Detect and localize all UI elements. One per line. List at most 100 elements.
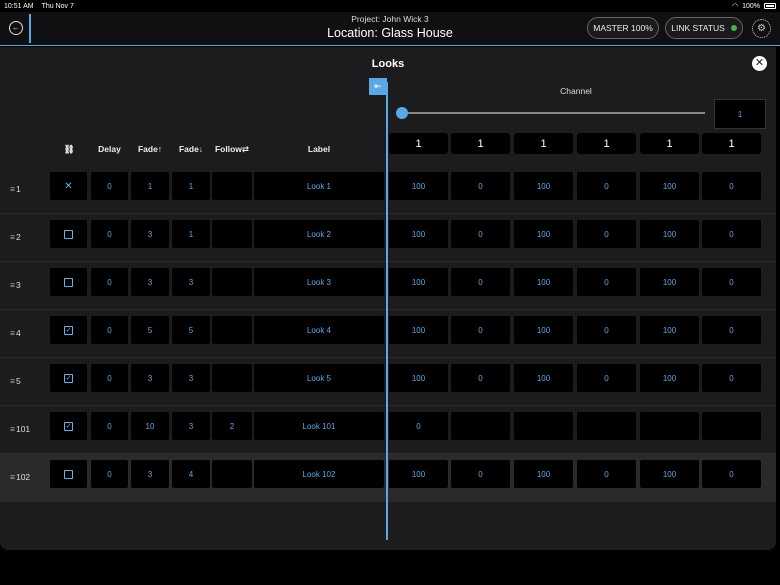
row-drag-handle[interactable]: ≡1 (10, 184, 46, 194)
link-cell[interactable]: ✓ (50, 364, 87, 392)
link-cell[interactable] (50, 460, 87, 488)
checkbox-checked-icon[interactable]: ✓ (64, 325, 73, 335)
channel-value-cell[interactable]: 0 (577, 460, 636, 488)
label-cell[interactable]: Look 4 (254, 316, 384, 344)
link-cell[interactable]: ✕ (50, 172, 87, 200)
channel-value-cell[interactable]: 100 (640, 460, 699, 488)
channel-value-cell[interactable]: 100 (640, 364, 699, 392)
channel-value-cell[interactable]: 0 (389, 412, 448, 440)
channel-value-cell[interactable]: 0 (451, 364, 510, 392)
look-row[interactable]: ≡101 ✓ 0 10 3 2 Look 101 0 (0, 406, 776, 454)
delay-cell[interactable]: 0 (91, 316, 128, 344)
channel-value-cell[interactable]: 0 (577, 316, 636, 344)
delay-cell[interactable]: 0 (91, 172, 128, 200)
column-splitter[interactable] (386, 82, 388, 540)
channel-slider-thumb[interactable] (396, 107, 408, 119)
channel-header-2[interactable]: 1 (451, 133, 510, 154)
row-drag-handle[interactable]: ≡102 (10, 472, 46, 482)
channel-value-cell[interactable]: 0 (451, 220, 510, 248)
look-row[interactable]: ≡1 ✕ 0 1 1 Look 1 100 0 100 0 100 0 (0, 166, 776, 214)
channel-value-cell[interactable]: 0 (577, 268, 636, 296)
channel-value-cell[interactable]: 100 (514, 172, 573, 200)
channel-value-cell[interactable]: 0 (702, 460, 761, 488)
row-drag-handle[interactable]: ≡5 (10, 376, 46, 386)
channel-value-cell[interactable]: 100 (514, 220, 573, 248)
channel-value-cell[interactable]: 0 (577, 172, 636, 200)
fade-down-cell[interactable]: 3 (172, 412, 210, 440)
channel-value-cell[interactable] (451, 412, 510, 440)
channel-value-cell[interactable]: 100 (389, 460, 448, 488)
label-cell[interactable]: Look 1 (254, 172, 384, 200)
channel-header-4[interactable]: 1 (577, 133, 636, 154)
fade-up-cell[interactable]: 1 (131, 172, 169, 200)
channel-value-cell[interactable]: 100 (389, 316, 448, 344)
channel-value-cell[interactable]: 100 (514, 268, 573, 296)
follow-cell[interactable] (212, 220, 252, 248)
channel-value-cell[interactable]: 100 (389, 220, 448, 248)
channel-header-1[interactable]: 1 (389, 133, 448, 154)
channel-value-cell[interactable] (640, 412, 699, 440)
channel-value-cell[interactable] (514, 412, 573, 440)
channel-value-cell[interactable]: 0 (702, 364, 761, 392)
fade-up-cell[interactable]: 3 (131, 220, 169, 248)
channel-slider-track[interactable] (398, 112, 705, 114)
follow-cell[interactable] (212, 316, 252, 344)
channel-value-cell[interactable]: 100 (389, 172, 448, 200)
label-cell[interactable]: Look 5 (254, 364, 384, 392)
follow-cell[interactable]: 2 (212, 412, 252, 440)
channel-header-6[interactable]: 1 (702, 133, 761, 154)
fade-down-cell[interactable]: 1 (172, 172, 210, 200)
link-cell[interactable]: ✓ (50, 412, 87, 440)
fade-up-cell[interactable]: 5 (131, 316, 169, 344)
fade-up-cell[interactable]: 3 (131, 268, 169, 296)
channel-header-3[interactable]: 1 (514, 133, 573, 154)
close-icon[interactable]: ✕ (752, 56, 767, 71)
fade-down-cell[interactable]: 3 (172, 364, 210, 392)
fade-down-cell[interactable]: 5 (172, 316, 210, 344)
fade-up-cell[interactable]: 10 (131, 412, 169, 440)
look-row[interactable]: ≡5 ✓ 0 3 3 Look 5 100 0 100 0 100 0 (0, 358, 776, 406)
fade-down-cell[interactable]: 4 (172, 460, 210, 488)
checkbox-checked-icon[interactable]: ✓ (64, 421, 73, 431)
label-cell[interactable]: Look 2 (254, 220, 384, 248)
link-status-button[interactable]: LINK STATUS (665, 17, 743, 39)
row-drag-handle[interactable]: ≡3 (10, 280, 46, 290)
channel-value-cell[interactable]: 100 (514, 364, 573, 392)
link-cell[interactable] (50, 268, 87, 296)
channel-value-cell[interactable]: 0 (577, 364, 636, 392)
channel-value-cell[interactable]: 100 (389, 268, 448, 296)
delay-cell[interactable]: 0 (91, 364, 128, 392)
collapse-icon[interactable]: ⇤ (369, 78, 387, 95)
delay-cell[interactable]: 0 (91, 268, 128, 296)
channel-value-cell[interactable]: 0 (451, 172, 510, 200)
delay-cell[interactable]: 0 (91, 220, 128, 248)
row-drag-handle[interactable]: ≡101 (10, 424, 46, 434)
look-row[interactable]: ≡102 0 3 4 Look 102 100 0 100 0 100 0 (0, 454, 776, 502)
fade-down-cell[interactable]: 3 (172, 268, 210, 296)
follow-cell[interactable] (212, 268, 252, 296)
gear-icon[interactable]: ⚙ (752, 19, 771, 38)
channel-value-cell[interactable]: 100 (389, 364, 448, 392)
channel-value-cell[interactable]: 100 (640, 172, 699, 200)
channel-header-5[interactable]: 1 (640, 133, 699, 154)
follow-cell[interactable] (212, 364, 252, 392)
channel-value-cell[interactable]: 0 (451, 268, 510, 296)
channel-value-field[interactable]: 1 (714, 99, 766, 129)
unlink-x-icon[interactable]: ✕ (64, 181, 72, 192)
link-cell[interactable]: ✓ (50, 316, 87, 344)
link-cell[interactable] (50, 220, 87, 248)
follow-cell[interactable] (212, 172, 252, 200)
channel-value-cell[interactable]: 0 (577, 220, 636, 248)
channel-value-cell[interactable]: 0 (702, 172, 761, 200)
delay-cell[interactable]: 0 (91, 460, 128, 488)
checkbox-empty-icon[interactable] (64, 277, 73, 287)
channel-value-cell[interactable] (702, 412, 761, 440)
follow-cell[interactable] (212, 460, 252, 488)
channel-value-cell[interactable]: 0 (702, 316, 761, 344)
channel-value-cell[interactable]: 0 (451, 460, 510, 488)
channel-value-cell[interactable]: 0 (702, 220, 761, 248)
fade-up-cell[interactable]: 3 (131, 460, 169, 488)
channel-value-cell[interactable]: 100 (640, 220, 699, 248)
channel-value-cell[interactable]: 100 (640, 316, 699, 344)
channel-value-cell[interactable]: 100 (640, 268, 699, 296)
